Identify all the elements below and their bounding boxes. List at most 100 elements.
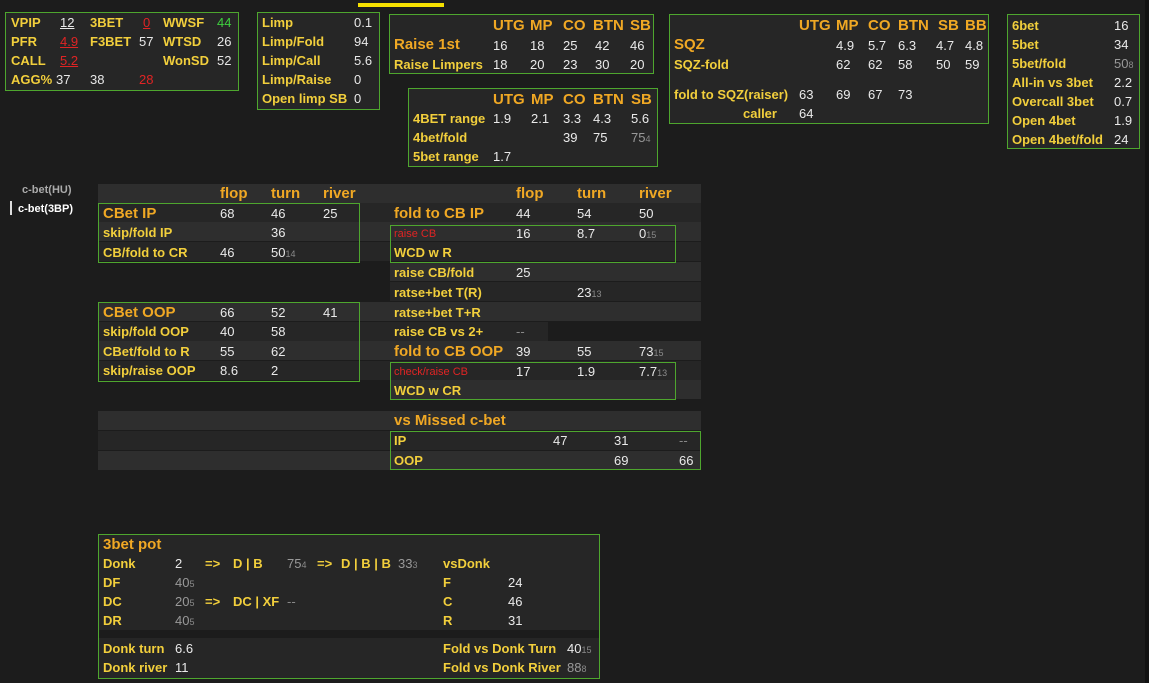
fold-vs-donk-turn-value: 40: [567, 641, 582, 656]
fold-to-cb-oop-river-sample: 15: [653, 348, 664, 358]
raise-first-label: Raise 1st: [394, 36, 460, 53]
fourbet-range-btn: 4.3: [593, 111, 612, 126]
wtsd-value: 26: [217, 34, 232, 49]
band: [98, 184, 701, 203]
fold-to-cb-ip-label: fold to CB IP: [394, 205, 484, 222]
fb-col-co: CO: [563, 91, 586, 108]
fold-to-cb-ip-river: 50: [639, 206, 654, 221]
f3bet-value: 57: [139, 34, 154, 49]
fold-to-cb-oop-turn: 55: [577, 344, 592, 359]
fold-vs-donk-river-value: 88: [567, 660, 582, 675]
sqz-fold-mp: 62: [836, 57, 851, 72]
wtsd-label: WTSD: [163, 34, 202, 49]
raise-first-mp: 18: [530, 38, 545, 53]
fold-to-cb-ip-turn: 54: [577, 206, 592, 221]
donk-arrow-1: =>: [205, 556, 221, 571]
sqz-fold-btn: 58: [898, 57, 913, 72]
vs-donk-r-label: R: [443, 613, 453, 628]
df-value: 40: [175, 575, 190, 590]
ratse-bet-tr-label: ratse+bet T(R): [394, 285, 482, 300]
raise-limpers-label: Raise Limpers: [394, 57, 483, 72]
call-label: CALL: [11, 53, 46, 68]
fb-col-sb: SB: [631, 91, 652, 108]
missed-cbet-title: vs Missed c-bet: [394, 412, 506, 429]
right-scroll-edge[interactable]: [1145, 0, 1149, 683]
fourbet-range-sb: 5.6: [631, 111, 650, 126]
fourbet-box: UTG MP CO BTN SB 4BET range 1.9 2.1 3.3 …: [408, 88, 658, 167]
dr-label: DR: [103, 613, 122, 628]
raise-cb-turn: 8.7: [577, 226, 596, 241]
col-utg: UTG: [493, 17, 525, 34]
cbet-ip-turn: 46: [271, 206, 286, 221]
agg-label: AGG%: [11, 72, 53, 87]
sqz-sb: 4.7: [936, 38, 955, 53]
sixbet-value: 16: [1114, 18, 1129, 33]
fold-col-flop: flop: [516, 185, 544, 202]
agg-turn: 38: [90, 72, 105, 87]
skip-fold-ip-label: skip/fold IP: [103, 225, 173, 240]
limp-fold-label: Limp/Fold: [262, 34, 325, 49]
donk-arrow-2: =>: [317, 556, 333, 571]
sqz-col-bb: BB: [965, 17, 987, 34]
vs-donk-f-value: 24: [508, 575, 523, 590]
cb-fold-to-cr-label: CB/fold to CR: [103, 245, 188, 260]
cbet-fold-to-r-label: CBet/fold to R: [103, 344, 190, 359]
check-raise-cb-label: check/raise CB: [394, 366, 468, 378]
limp-call-label: Limp/Call: [262, 53, 321, 68]
donk-label: Donk: [103, 556, 136, 571]
donk-dbb-sample: 3: [412, 560, 418, 570]
raise-limpers-co: 23: [563, 57, 578, 72]
fourbet-fold-label: 4bet/fold: [413, 130, 468, 145]
sidebar-item-cbet-hu[interactable]: c-bet(HU): [22, 184, 72, 196]
fb-col-utg: UTG: [493, 91, 525, 108]
check-raise-cb-turn: 1.9: [577, 364, 596, 379]
raise-first-box: UTG MP CO BTN SB Raise 1st 16 18 25 42 4…: [389, 14, 654, 74]
raise-limpers-btn: 30: [595, 57, 610, 72]
threebet-value[interactable]: 0: [143, 15, 150, 30]
sidebar-item-cbet-3bp[interactable]: c-bet(3BP): [18, 203, 73, 215]
skip-fold-oop-label: skip/fold OOP: [103, 324, 189, 339]
fold-vs-donk-turn-sample: 15: [581, 645, 592, 655]
limp-call-value: 5.6: [354, 53, 373, 68]
sqz-col-utg: UTG: [799, 17, 831, 34]
open-4bet-value: 1.9: [1114, 113, 1133, 128]
fold-vs-donk-river-sample: 8: [581, 664, 587, 674]
basic-stats-box: VPIP 12 3BET 0 WWSF 44 PFR 4.9 F3BET 57 …: [5, 12, 239, 91]
missed-oop-river: 66: [679, 453, 694, 468]
sqz-btn: 6.3: [898, 38, 917, 53]
fold-to-sqz-btn: 73: [898, 87, 913, 102]
cb-fold-to-cr-turn: 50: [271, 245, 286, 260]
missed-oop-turn: 69: [614, 453, 629, 468]
fourbet-range-mp: 2.1: [531, 111, 550, 126]
open-4bet-label: Open 4bet: [1012, 113, 1076, 128]
sqz-mp: 4.9: [836, 38, 855, 53]
missed-oop-label: OOP: [394, 453, 423, 468]
call-value[interactable]: 5.2: [60, 53, 78, 68]
wcd-w-cr-label: WCD w CR: [394, 383, 462, 398]
open-limp-sb-value: 0: [354, 91, 362, 106]
sixbet-label: 6bet: [1012, 18, 1039, 33]
caller-label: caller: [743, 106, 777, 121]
cbet-ip-label: CBet IP: [103, 205, 157, 222]
vpip-label: VPIP: [11, 15, 41, 30]
fourbet-fold-sb-sample: 4: [645, 134, 651, 144]
raise-cb-label: raise CB: [394, 228, 437, 240]
skip-fold-oop-turn: 58: [271, 324, 286, 339]
vpip-value[interactable]: 12: [60, 15, 74, 30]
check-raise-cb-flop: 17: [516, 364, 531, 379]
fold-to-sqz-co: 67: [868, 87, 883, 102]
df-label: DF: [103, 575, 121, 590]
pfr-value[interactable]: 4.9: [60, 34, 78, 49]
allin-vs-3bet-value: 2.2: [1114, 75, 1133, 90]
fivebet-range-label: 5bet range: [413, 149, 479, 164]
skip-fold-ip-turn: 36: [271, 225, 286, 240]
threebet-pot-box: 3bet pot Donk 2 => D | B 754 => D | B | …: [98, 534, 600, 679]
fivebet-range-value: 1.7: [493, 149, 512, 164]
donk-db-label: D | B: [233, 556, 263, 571]
wwsf-label: WWSF: [163, 15, 205, 30]
sqz-co: 5.7: [868, 38, 887, 53]
vs-donk-label: vsDonk: [443, 556, 490, 571]
donk-db-value: 75: [287, 556, 302, 571]
ratse-bet-t-r-label: ratse+bet T+R: [394, 305, 481, 320]
cbet-ip-river: 25: [323, 206, 338, 221]
